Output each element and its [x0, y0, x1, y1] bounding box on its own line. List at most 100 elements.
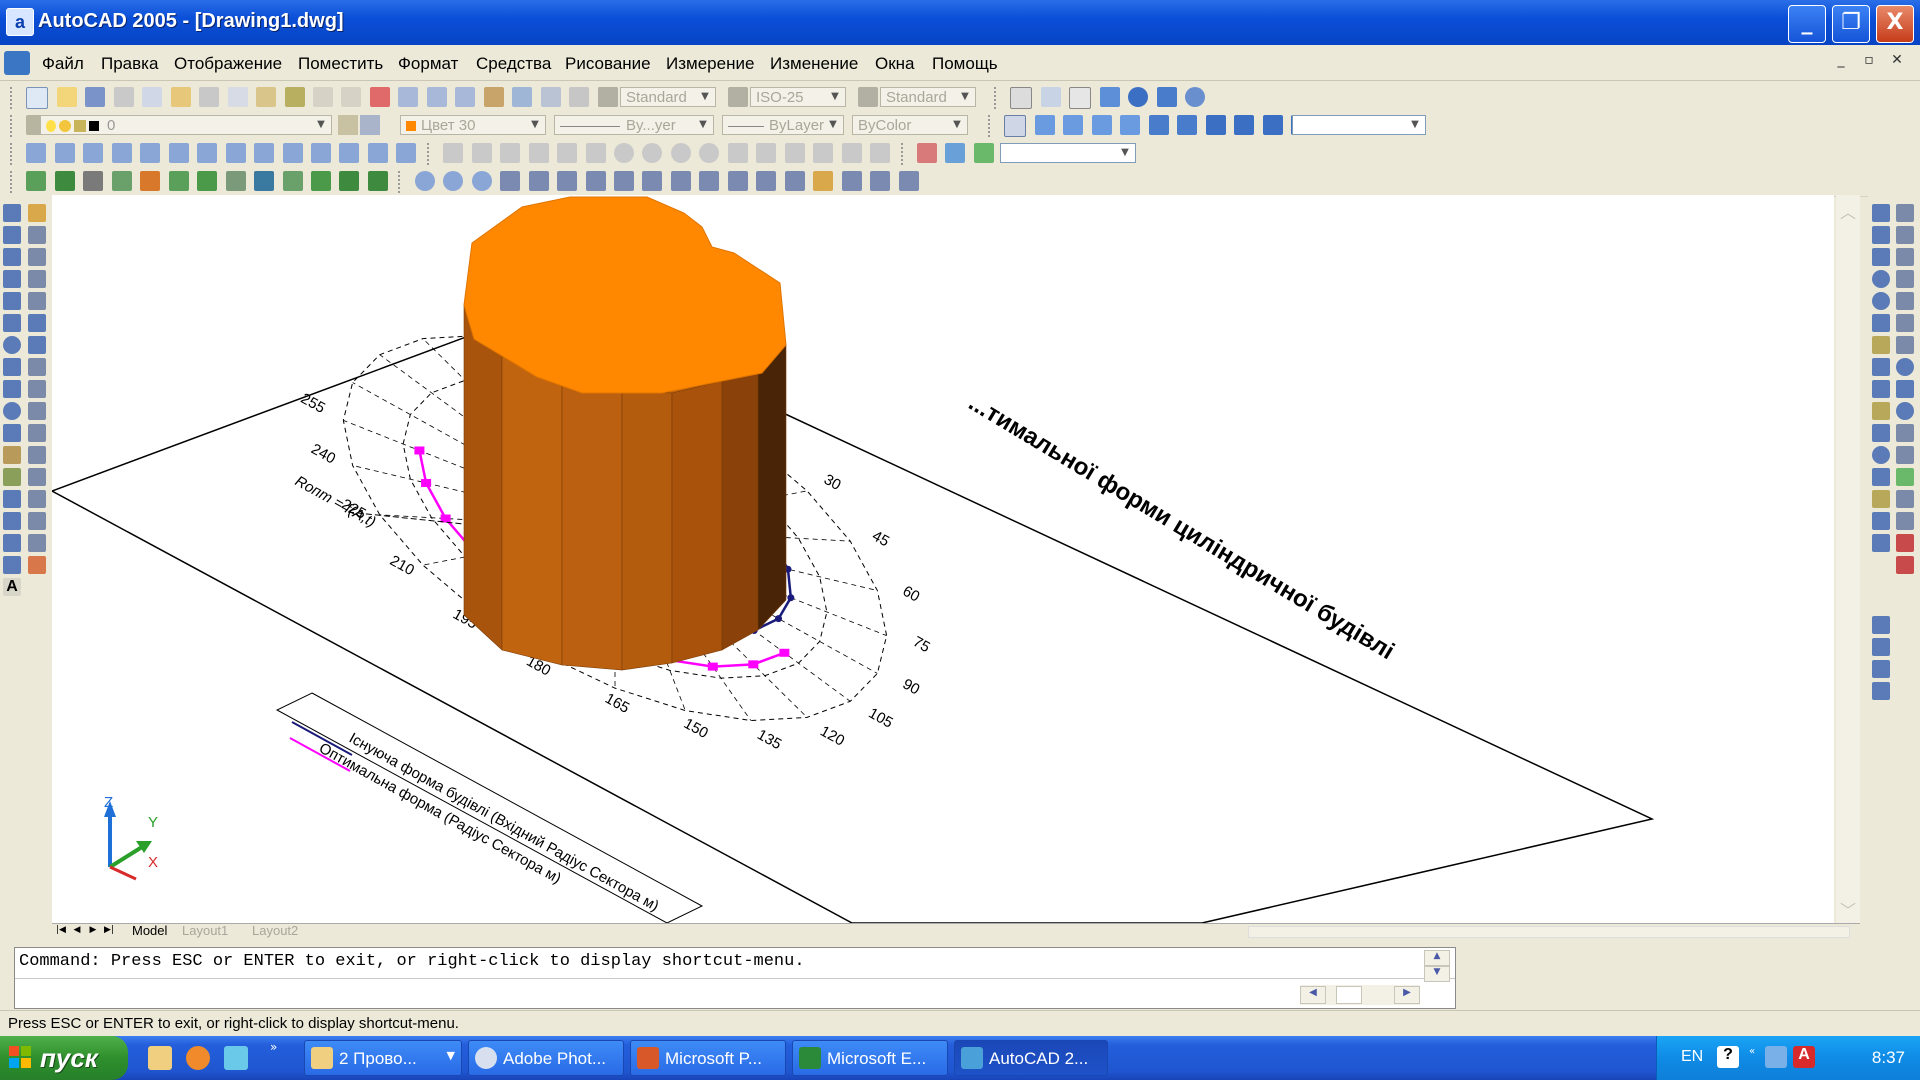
view-right-icon[interactable]: [1872, 682, 1890, 700]
ellipse-icon[interactable]: [3, 402, 21, 420]
color-faces-icon[interactable]: [699, 171, 720, 191]
save-icon[interactable]: [85, 87, 106, 107]
named-view-icon[interactable]: [1004, 115, 1027, 137]
snap-from-icon[interactable]: [1896, 226, 1914, 244]
command-window[interactable]: Command: Press ESC or ENTER to exit, or …: [14, 947, 1456, 1009]
rotate-faces-icon[interactable]: [613, 171, 634, 191]
render-icon[interactable]: [1185, 87, 1206, 107]
move-icon[interactable]: [28, 314, 46, 332]
sw-iso-icon[interactable]: [1205, 115, 1226, 135]
se-iso-icon[interactable]: [1234, 115, 1255, 135]
view-select[interactable]: ▼: [1292, 115, 1426, 135]
color-select[interactable]: Цвет 30 ▼: [400, 115, 546, 135]
flat-shaded-icon[interactable]: [1128, 87, 1149, 107]
right-view-icon[interactable]: [1120, 115, 1141, 135]
snap-temp-track-icon[interactable]: [1896, 204, 1914, 222]
baseline-dim-icon[interactable]: [225, 143, 246, 163]
front-view-icon[interactable]: [1148, 115, 1169, 135]
pyramid-icon[interactable]: [557, 143, 578, 163]
diameter-dim-icon[interactable]: [140, 143, 161, 163]
dim-style-select[interactable]: ISO-25 ▼: [750, 87, 846, 107]
circle-icon[interactable]: [3, 336, 21, 354]
doc-minimize-button[interactable]: _: [1830, 52, 1852, 72]
task-powerpoint[interactable]: Microsoft P...: [630, 1040, 786, 1076]
table-style-select[interactable]: Standard ▼: [880, 87, 976, 107]
zoom-window-icon[interactable]: [426, 87, 447, 107]
3d-orbit-icon[interactable]: [1040, 87, 1061, 107]
scroll-up-icon[interactable]: ︿: [1838, 199, 1858, 222]
arc-icon[interactable]: [3, 314, 21, 332]
command-h-scrollbar[interactable]: ◀ ▶: [1300, 985, 1420, 1005]
command-scroll-right-icon[interactable]: ▶: [1394, 986, 1420, 1004]
tool-palettes-icon[interactable]: [540, 87, 561, 107]
design-center-icon[interactable]: [512, 87, 533, 107]
toolbar-grip[interactable]: [988, 115, 994, 137]
tab-last-icon[interactable]: ▶|: [102, 924, 116, 937]
dim-diameter-icon[interactable]: [1872, 292, 1890, 310]
delete-faces-icon[interactable]: [585, 171, 606, 191]
antivirus-icon[interactable]: A: [1793, 1046, 1815, 1068]
revolved-surface-icon[interactable]: [784, 143, 805, 163]
autocad-app-icon[interactable]: a: [6, 8, 34, 36]
solid-wedge-icon[interactable]: [140, 171, 161, 191]
lineweight-select[interactable]: ByLayer ▼: [722, 115, 844, 135]
command-scroll-left-icon[interactable]: ◀: [1300, 986, 1326, 1004]
doc-restore-button[interactable]: ▫: [1858, 52, 1880, 72]
ucs-world-icon[interactable]: [945, 143, 966, 163]
revolve-icon[interactable]: [225, 171, 246, 191]
dim-baseline-icon[interactable]: [1872, 358, 1890, 376]
polygon-icon[interactable]: [3, 270, 21, 288]
offset-faces-icon[interactable]: [557, 171, 578, 191]
left-view-icon[interactable]: [1091, 115, 1112, 135]
zoom-realtime-icon[interactable]: [398, 87, 419, 107]
linetype-select[interactable]: By...yer ▼: [554, 115, 714, 135]
snap-node-icon[interactable]: [1896, 490, 1914, 508]
taper-faces-icon[interactable]: [642, 171, 663, 191]
dome-icon[interactable]: [642, 143, 663, 163]
back-view-icon[interactable]: [1177, 115, 1198, 135]
task-photoshop[interactable]: Adobe Phot...: [468, 1040, 624, 1076]
offset-icon[interactable]: [28, 270, 46, 288]
slice-icon[interactable]: [254, 171, 275, 191]
copy-edges-icon[interactable]: [727, 171, 748, 191]
network-icon[interactable]: [1765, 1046, 1787, 1068]
dim-text-edit-icon[interactable]: [1872, 468, 1890, 486]
snap-none-icon[interactable]: [1896, 534, 1914, 552]
publish-icon[interactable]: [170, 87, 191, 107]
revision-cloud-icon[interactable]: [3, 358, 21, 376]
mirror-icon[interactable]: [28, 248, 46, 266]
layer-select[interactable]: 0 ▼: [40, 115, 332, 135]
fillet-icon[interactable]: [28, 534, 46, 552]
dim-edit-icon[interactable]: [1872, 490, 1890, 508]
point-icon[interactable]: [3, 490, 21, 508]
snap-extension-icon[interactable]: [1896, 336, 1914, 354]
command-scroll-down-icon[interactable]: ▼: [1424, 966, 1450, 982]
snap-nearest-icon[interactable]: [1896, 512, 1914, 530]
dim-style-icon[interactable]: [1872, 534, 1890, 552]
intersect-icon[interactable]: [471, 171, 492, 191]
snap-perpendicular-icon[interactable]: [1896, 424, 1914, 442]
array-icon[interactable]: [28, 292, 46, 310]
torus-icon[interactable]: [699, 143, 720, 163]
dim-ordinate-icon[interactable]: [1872, 248, 1890, 266]
wireframe-icon[interactable]: [1069, 87, 1092, 109]
plotstyle-select[interactable]: ByColor ▼: [852, 115, 968, 135]
solid-box-icon[interactable]: [26, 171, 47, 191]
text-style-select[interactable]: Standard ▼: [620, 87, 716, 107]
3d-mesh-icon[interactable]: [756, 143, 777, 163]
menu-dimension[interactable]: Измерение: [666, 54, 754, 74]
sphere-icon[interactable]: [613, 143, 634, 163]
undo-icon[interactable]: [312, 87, 333, 107]
task-excel[interactable]: Microsoft E...: [792, 1040, 948, 1076]
region-icon[interactable]: [3, 534, 21, 552]
toolbar-grip[interactable]: [10, 87, 16, 109]
dim-aligned-icon[interactable]: [1872, 226, 1890, 244]
edge-icon[interactable]: [727, 143, 748, 163]
tab-layout1[interactable]: Layout1: [182, 924, 228, 937]
view-left-icon[interactable]: [1872, 660, 1890, 678]
horizontal-scrollbar[interactable]: [1248, 926, 1850, 938]
dim-leader-icon[interactable]: [1872, 402, 1890, 420]
radius-dim-icon[interactable]: [111, 143, 132, 163]
make-current-layer-icon[interactable]: [338, 115, 358, 135]
toolbar-grip[interactable]: [10, 143, 16, 165]
